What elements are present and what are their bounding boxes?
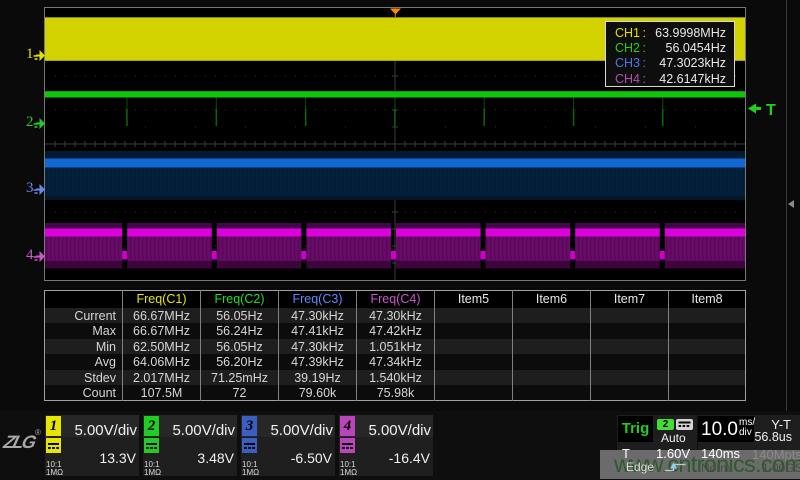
- svg-text:3: 3: [26, 180, 34, 196]
- svg-text:2: 2: [26, 114, 34, 130]
- svg-text:1: 1: [26, 46, 34, 62]
- svg-text:4: 4: [26, 247, 34, 263]
- svg-text:T: T: [766, 102, 776, 118]
